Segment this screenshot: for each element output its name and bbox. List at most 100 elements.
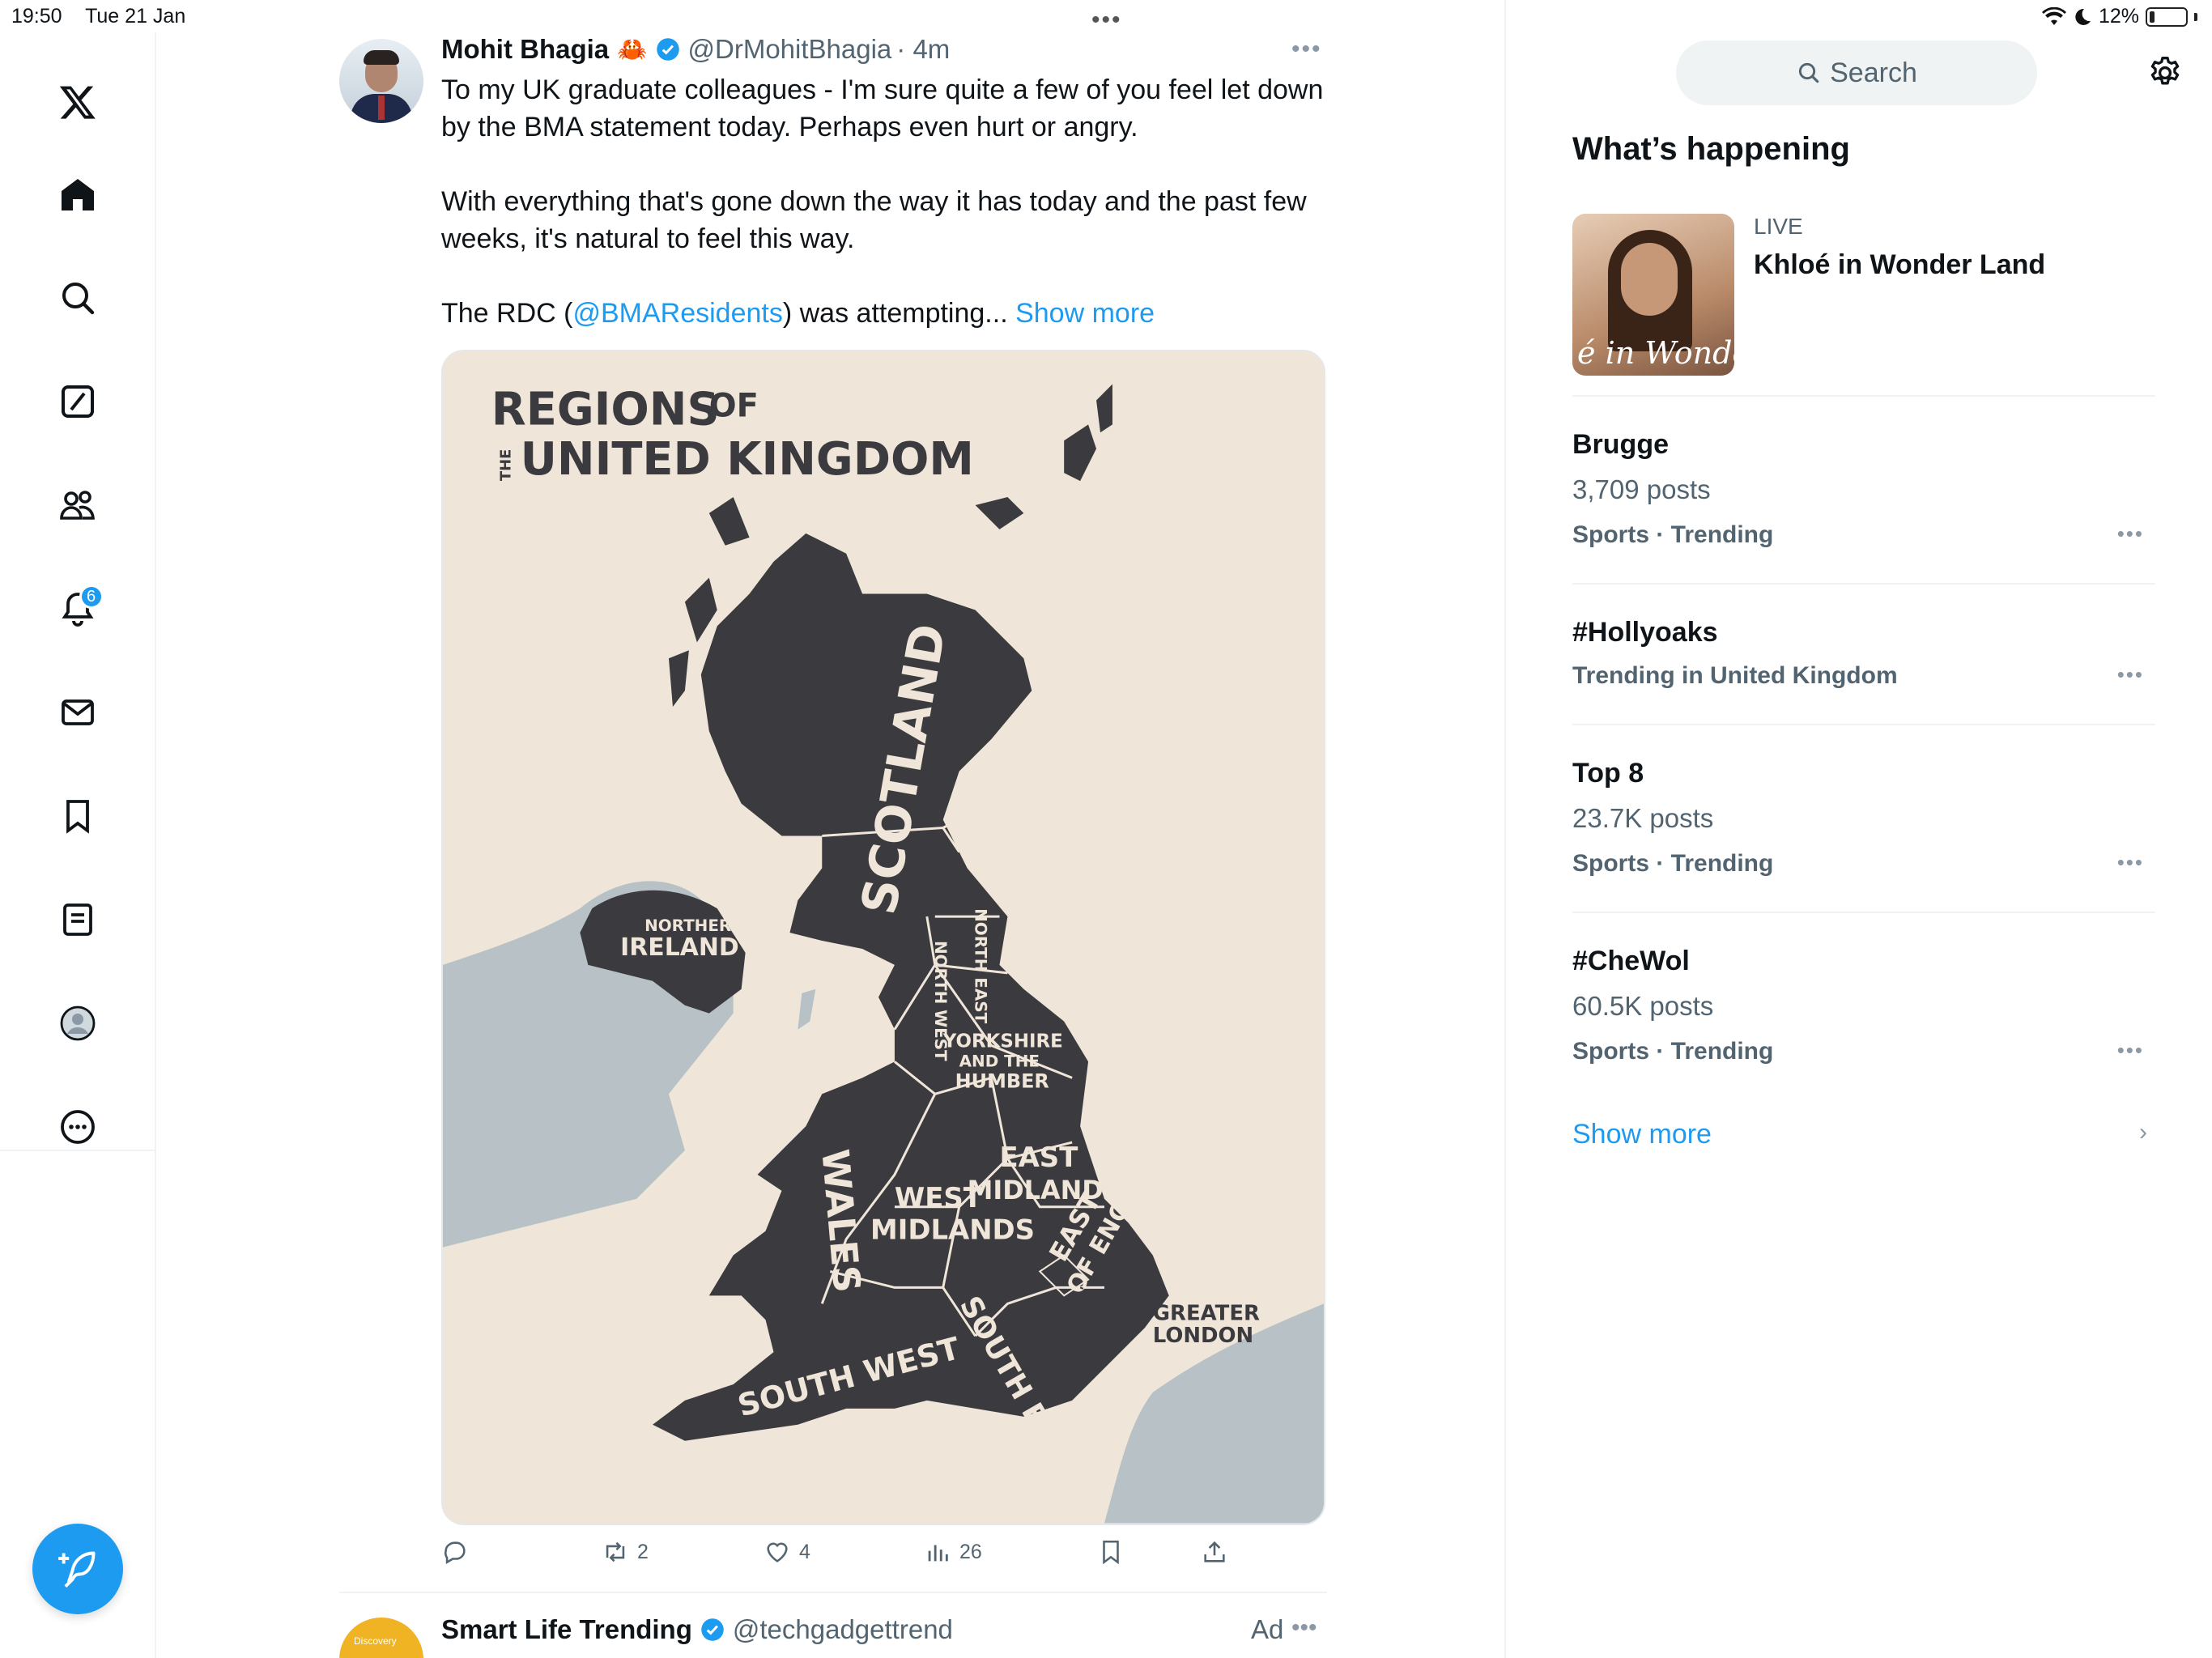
tweet-text: To my UK graduate colleagues - I'm sure … (441, 71, 1332, 369)
trend-meta: Trending in United Kingdom (1572, 662, 1898, 689)
trend-item[interactable]: #CheWol 60.5K posts Sports · Trending ••… (1572, 912, 2155, 1099)
messages-icon[interactable] (49, 683, 107, 742)
tweet-author-name[interactable]: Mohit Bhagia (441, 34, 609, 65)
bookmarks-icon[interactable] (49, 787, 107, 845)
repost-button[interactable]: 2 (602, 1538, 649, 1566)
home-icon[interactable] (49, 165, 107, 223)
views-button[interactable]: 26 (924, 1538, 982, 1566)
live-event-card[interactable]: é in Wonder L LIVE Khloé in Wonder Land (1572, 214, 2155, 376)
verified-badge-icon (656, 38, 679, 61)
share-button[interactable] (1201, 1538, 1228, 1566)
lists-icon[interactable] (49, 891, 107, 949)
tweet-paragraph: The RDC (@BMAResidents) was attempting..… (441, 298, 1155, 329)
live-event-title: Khloé in Wonder Land (1754, 249, 2046, 280)
map-label-greater: GREATER (1153, 1301, 1260, 1325)
repost-count: 2 (637, 1540, 649, 1563)
heart-icon (767, 1542, 788, 1562)
right-sidebar: Search What’s happening é in Wonder L LI… (1508, 0, 2212, 1658)
map-title-the: THE (498, 449, 515, 481)
map-label-ireland: IRELAND (620, 933, 739, 962)
notifications-badge: 6 (79, 585, 104, 609)
trend-meta: Sports · Trending (1572, 521, 1774, 548)
trend-meta: Sports · Trending (1572, 850, 1774, 877)
live-label: LIVE (1754, 214, 1803, 239)
ad-author-handle[interactable]: @techgadgettrend (733, 1614, 953, 1645)
search-icon (1798, 62, 1819, 83)
views-count: 26 (959, 1540, 982, 1563)
tweet-timestamp[interactable]: · 4m (896, 34, 950, 65)
map-label-humber: HUMBER (955, 1069, 1049, 1092)
bookmark-button[interactable] (1097, 1538, 1125, 1566)
trend-posts: 23.7K posts (1572, 803, 1714, 833)
bookmark-icon (1103, 1540, 1119, 1565)
map-label-yorkshire: YORKSHIRE (942, 1031, 1063, 1052)
map-label-london: LONDON (1153, 1324, 1253, 1348)
map-title-of: OF (709, 387, 759, 424)
tweet-more-icon[interactable]: ••• (1291, 36, 1322, 63)
status-time: 19:50 (11, 5, 62, 28)
ad-author-avatar[interactable]: Discovery (339, 1618, 423, 1658)
trend-name: Brugge (1572, 429, 1669, 460)
trend-posts: 60.5K posts (1572, 991, 1714, 1021)
timeline: Mohit Bhagia 🦀 @DrMohitBhagia · 4m ••• T… (158, 0, 1506, 1658)
crab-emoji-icon: 🦀 (617, 36, 648, 63)
reply-icon (445, 1541, 466, 1565)
share-icon (1204, 1541, 1225, 1562)
tweet-author-avatar[interactable] (339, 39, 423, 123)
ad-author-name[interactable]: Smart Life Trending (441, 1614, 692, 1645)
compose-post-button[interactable] (32, 1524, 123, 1614)
tweet-image-uk-regions-map[interactable]: REGIONS OF THE UNITED KINGDOM SCOTLAND N… (441, 350, 1325, 1525)
trend-posts: 3,709 posts (1572, 474, 1711, 504)
trend-more-icon[interactable]: ••• (2117, 662, 2144, 687)
left-nav: 6 (0, 32, 156, 1658)
show-more-link[interactable]: Show more (1015, 298, 1155, 329)
tweet-header: Mohit Bhagia 🦀 @DrMohitBhagia · 4m (441, 34, 950, 65)
mention-link[interactable]: @BMAResidents (572, 298, 782, 329)
search-placeholder: Search (1830, 57, 1917, 88)
repost-icon (606, 1541, 625, 1562)
chevron-right-icon[interactable]: › (2139, 1119, 2147, 1146)
trend-name: Top 8 (1572, 758, 1644, 789)
ad-more-icon[interactable]: ••• (1291, 1614, 1317, 1642)
reply-button[interactable] (441, 1538, 469, 1566)
trend-meta: Sports · Trending (1572, 1038, 1774, 1065)
explore-search-icon[interactable] (49, 269, 107, 327)
tweet-divider (339, 1592, 1327, 1593)
settings-gear-icon[interactable] (2147, 55, 2183, 91)
grok-icon[interactable] (49, 372, 107, 431)
ad-label: Ad (1251, 1614, 1284, 1644)
like-count: 4 (799, 1540, 810, 1563)
views-chart-icon (928, 1545, 948, 1562)
show-more-trends-link[interactable]: Show more (1572, 1119, 1712, 1150)
verified-badge-icon (701, 1618, 724, 1641)
trend-more-icon[interactable]: ••• (2117, 850, 2144, 875)
map-label-east: EAST (999, 1141, 1078, 1173)
map-label-northern: NORTHERN (644, 916, 745, 935)
tweet-paragraph: With everything that's gone down the way… (441, 186, 1307, 254)
trend-more-icon[interactable]: ••• (2117, 521, 2144, 546)
trend-item[interactable]: Top 8 23.7K posts Sports · Trending ••• (1572, 724, 2155, 912)
map-title-united-kingdom: UNITED KINGDOM (521, 433, 974, 486)
tweet-author-handle[interactable]: @DrMohitBhagia (688, 34, 892, 65)
x-logo-icon[interactable] (49, 73, 107, 131)
trend-name: #Hollyoaks (1572, 617, 1718, 648)
whats-happening-title: What’s happening (1572, 131, 1850, 167)
trend-item[interactable]: Brugge 3,709 posts Sports · Trending ••• (1572, 395, 2155, 583)
compose-feather-icon (58, 1551, 96, 1588)
search-input[interactable]: Search (1676, 40, 2037, 105)
map-label-and-the: AND THE (959, 1052, 1040, 1070)
like-button[interactable]: 4 (764, 1538, 810, 1566)
tweet-actions: 2 4 26 (441, 1538, 1332, 1579)
tweet-paragraph: To my UK graduate colleagues - I'm sure … (441, 74, 1324, 142)
more-options-icon[interactable] (49, 1098, 107, 1156)
profile-avatar-icon[interactable] (49, 994, 107, 1052)
notifications-bell-icon[interactable]: 6 (49, 580, 107, 638)
trend-more-icon[interactable]: ••• (2117, 1038, 2144, 1063)
communities-icon[interactable] (49, 476, 107, 534)
ad-tweet-header: Smart Life Trending @techgadgettrend (441, 1614, 953, 1645)
nav-divider (0, 1150, 156, 1151)
trend-item[interactable]: #Hollyoaks Trending in United Kingdom ••… (1572, 583, 2155, 724)
map-title-regions: REGIONS (491, 383, 720, 436)
map-label-west-midlands: MIDLANDS (870, 1214, 1035, 1246)
live-event-thumbnail: é in Wonder L (1572, 214, 1734, 376)
